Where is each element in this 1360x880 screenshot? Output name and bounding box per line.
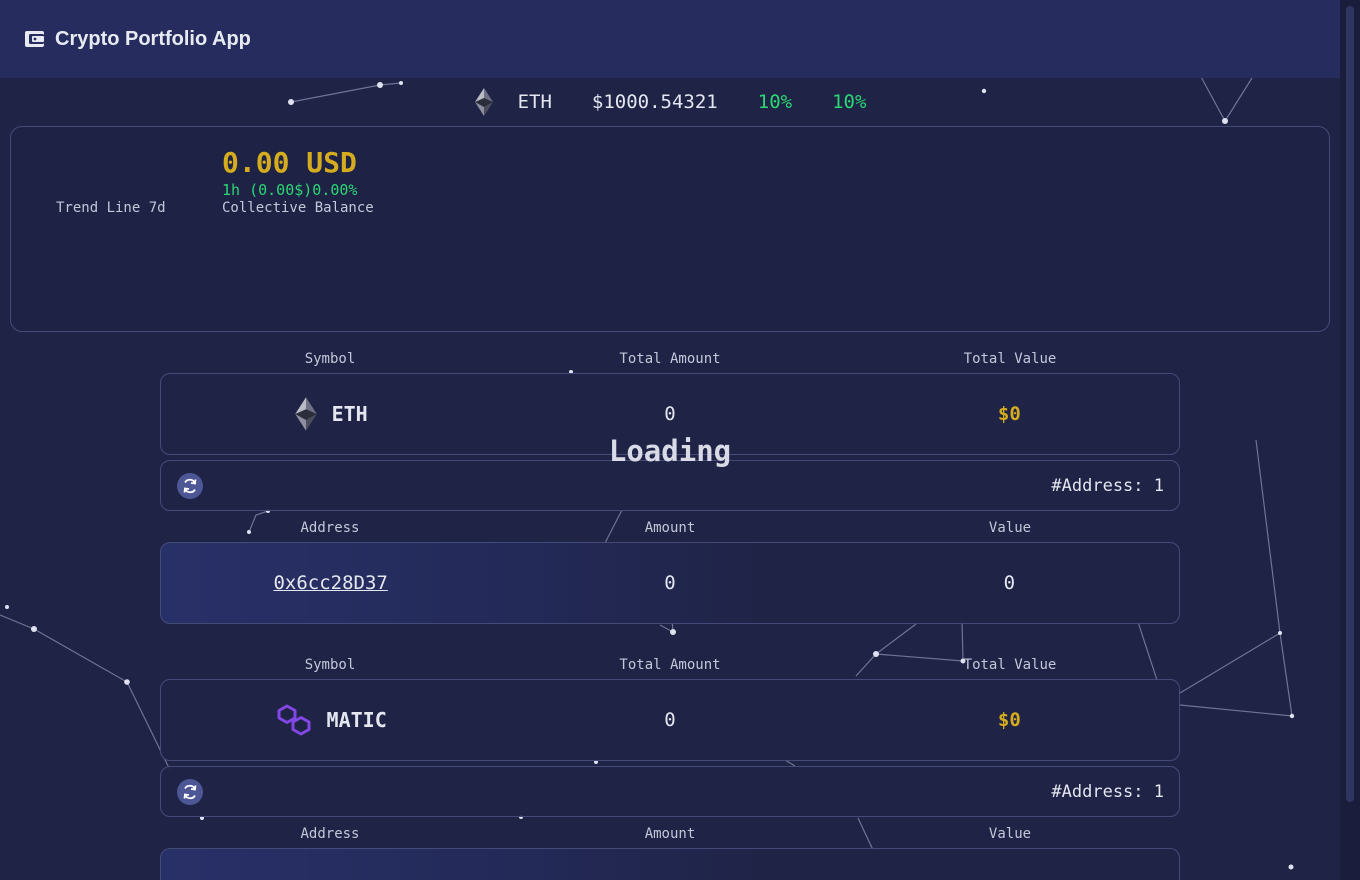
refresh-button[interactable] <box>177 472 203 499</box>
balance-amount: 0.00 USD <box>222 146 357 179</box>
asset-symbol: ETH <box>331 402 368 426</box>
asset-column-headers: Symbol Total Amount Total Value <box>160 351 1180 371</box>
ticker-symbol: ETH <box>517 91 552 113</box>
address-row[interactable]: 0x6cc28D37 0 0 <box>160 542 1180 624</box>
address-amount: 0 <box>664 572 676 594</box>
address-link[interactable]: 0x6cc28D37 <box>273 572 387 594</box>
address-toolbar: #Address: 1 <box>160 766 1180 817</box>
total-amount-header: Total Amount <box>619 657 721 673</box>
price-ticker: ETH $1000.54321 10% 10% <box>0 86 1340 118</box>
symbol-header: Symbol <box>304 657 356 673</box>
asset-total-amount: 0 <box>664 403 676 425</box>
address-row[interactable] <box>160 848 1180 880</box>
asset-total-value: $0 <box>997 709 1021 731</box>
refresh-icon <box>183 784 197 799</box>
address-header: Address <box>300 826 360 842</box>
asset-row-matic[interactable]: MATIC 0 $0 <box>160 679 1180 761</box>
app-header: Crypto Portfolio App <box>0 0 1340 78</box>
address-header: Address <box>300 520 360 536</box>
ticker-change-2: 10% <box>832 91 867 113</box>
address-value: 0 <box>1003 572 1016 594</box>
collective-balance: 0.00 USD 1h (0.00$)0.00% Collective Bala… <box>222 146 374 217</box>
address-column-headers: Address Amount Value <box>160 520 1180 540</box>
balance-change: 1h (0.00$)0.00% <box>222 181 358 199</box>
ticker-change-1: 10% <box>757 91 793 113</box>
balance-label: Collective Balance <box>222 200 374 216</box>
trend-line-label: Trend Line 7d <box>56 200 166 216</box>
app-title: Crypto Portfolio App <box>55 27 251 50</box>
value-header: Value <box>988 520 1032 536</box>
wallet-icon <box>25 31 44 47</box>
ethereum-icon <box>294 397 317 431</box>
loading-indicator: Loading <box>608 434 732 468</box>
ethereum-icon <box>474 88 493 116</box>
asset-symbol-cell: ETH <box>161 395 500 433</box>
total-value-header: Total Value <box>963 351 1057 367</box>
value-header: Value <box>988 826 1032 842</box>
asset-symbol: MATIC <box>326 708 387 732</box>
polygon-icon <box>277 704 311 736</box>
refresh-button[interactable] <box>177 778 203 805</box>
symbol-header: Symbol <box>304 351 356 367</box>
ticker-price: $1000.54321 <box>591 91 718 113</box>
total-amount-header: Total Amount <box>619 351 721 367</box>
amount-header: Amount <box>644 520 696 536</box>
asset-total-value: $0 <box>997 403 1021 425</box>
asset-symbol-cell: MATIC <box>161 704 500 736</box>
portfolio-summary-card: Trend Line 7d 0.00 USD 1h (0.00$)0.00% C… <box>10 126 1330 332</box>
trend-line-chart <box>33 185 147 189</box>
amount-header: Amount <box>644 826 696 842</box>
asset-column-headers: Symbol Total Amount Total Value <box>160 657 1180 677</box>
total-value-header: Total Value <box>963 657 1057 673</box>
vertical-scrollbar[interactable] <box>1340 0 1360 880</box>
scrollbar-thumb[interactable] <box>1346 6 1354 802</box>
address-count: #Address: 1 <box>1051 781 1164 802</box>
asset-total-amount: 0 <box>664 709 676 731</box>
address-column-headers: Address Amount Value <box>160 826 1180 846</box>
address-count: #Address: 1 <box>1051 475 1164 496</box>
refresh-icon <box>183 478 197 493</box>
